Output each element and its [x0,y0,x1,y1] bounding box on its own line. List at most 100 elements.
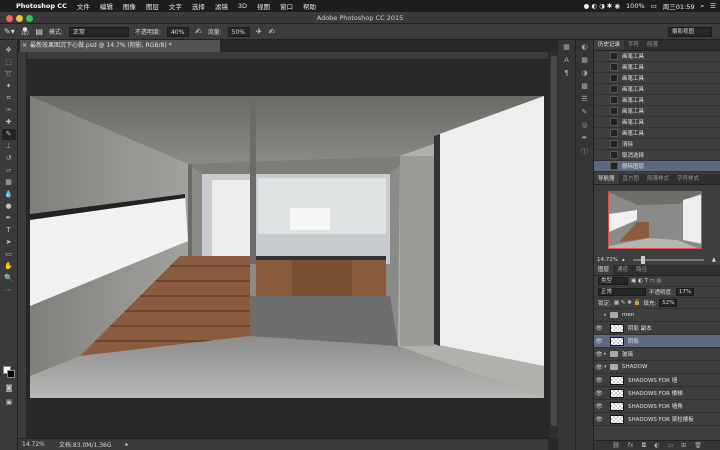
menu-type[interactable]: 文字 [169,1,182,11]
layer-group-row[interactable]: 👁 ▾ SHADOW [594,361,720,374]
type-tool-icon[interactable]: T [2,225,16,236]
pressure-opacity-icon[interactable]: ✍ [195,27,202,36]
marquee-tool-icon[interactable]: ⬚ [2,57,16,68]
workspace-select[interactable]: 摄影视图 [668,27,712,37]
blur-tool-icon[interactable]: 💧 [2,189,16,200]
lock-icons[interactable]: ▦ ✎ ✥ 🔒 [614,300,641,306]
styles-panel-icon[interactable]: ▩ [579,82,591,92]
zoom-tool-icon[interactable]: 🔍 [2,273,16,284]
more-tools-icon[interactable]: ⋯ [2,285,16,296]
eye-icon[interactable]: 👁 [594,390,604,397]
adjustments-panel-icon[interactable]: ◑ [579,69,591,79]
zoom-in-icon[interactable]: ▲ [712,257,716,263]
magic-wand-tool-icon[interactable]: ✦ [2,81,16,92]
layer-kind-filter[interactable]: 类型 [598,277,628,285]
info-panel-icon[interactable]: ⓘ [579,147,591,157]
delete-layer-icon[interactable]: 🗑 [694,442,702,449]
history-item[interactable]: 取消选择 [594,150,720,161]
tab-paragraph-styles[interactable]: 段落样式 [643,174,673,184]
color-panel-icon[interactable]: ◐ [579,43,591,53]
history-item[interactable]: 画笔工具 [594,106,720,117]
menu-window[interactable]: 窗口 [280,1,293,11]
navigator-zoom[interactable]: 14.72% [597,257,618,263]
brush-panel-icon[interactable]: ▤ [35,27,43,36]
layer-style-icon[interactable]: fx [628,442,634,449]
history-item[interactable]: 画笔工具 [594,117,720,128]
pen-tool-icon[interactable]: ✒ [2,213,16,224]
history-item[interactable]: 画笔工具 [594,51,720,62]
dodge-tool-icon[interactable]: ● [2,201,16,212]
tab-paths[interactable]: 路径 [632,265,651,275]
history-item[interactable]: 画笔工具 [594,62,720,73]
channels-panel-icon[interactable]: ◎ [579,121,591,131]
add-mask-icon[interactable]: ◘ [641,442,646,449]
eye-icon[interactable]: 👁 [594,377,604,384]
swatches-panel-icon[interactable]: ▦ [579,56,591,66]
zoom-window-button[interactable] [26,15,33,22]
menu-file[interactable]: 文件 [77,1,90,11]
blend-mode-select[interactable]: 正常 [598,288,646,296]
tab-histogram[interactable]: 直方图 [619,174,644,184]
vertical-scrollbar[interactable] [548,52,558,438]
properties-panel-icon[interactable]: ☰ [579,95,591,105]
tab-layers[interactable]: 图层 [594,265,614,275]
eye-icon[interactable]: 👁 [594,364,604,371]
menu-view[interactable]: 视图 [257,1,270,11]
tab-character-styles[interactable]: 字符样式 [673,174,703,184]
close-tab-icon[interactable]: × [22,40,27,52]
zoom-slider-knob[interactable] [640,256,645,264]
menu-layer[interactable]: 图层 [146,1,159,11]
brush-tool-icon[interactable]: ✎ [1,129,16,140]
eye-icon[interactable]: 👁 [594,351,604,358]
screen-mode-icon[interactable]: ▣ [2,397,16,408]
shape-tool-icon[interactable]: ▭ [2,249,16,260]
eye-icon[interactable]: 👁 [594,325,604,332]
eye-icon[interactable]: 👁 [594,338,604,345]
tab-character[interactable]: 字符 [624,40,643,50]
history-item[interactable]: 画笔工具 [594,128,720,139]
airbrush-icon[interactable]: ✈ [256,27,263,36]
layer-row[interactable]: 👁 SHADOWS FOR 墙 [594,374,720,387]
brush-presets-icon[interactable]: ✎ [579,108,591,118]
layer-row[interactable]: 👁 SHADOWS FOR 楼梯 [594,387,720,400]
brush-tool-icon[interactable]: ✎▾ [4,27,15,36]
opacity-field[interactable]: 40% [166,26,189,37]
paragraph-panel-icon[interactable]: ¶ [561,69,573,79]
eyedropper-tool-icon[interactable]: ✑ [2,105,16,116]
new-layer-icon[interactable]: ⊞ [681,442,686,449]
battery-icon[interactable]: ▭ [651,2,657,10]
history-panel-icon[interactable]: ▦ [561,43,573,53]
layer-group-row[interactable]: ▸ men [594,309,720,322]
scroll-thumb[interactable] [551,56,557,426]
status-arrow-icon[interactable]: ▸ [125,441,128,448]
document-image[interactable] [30,96,544,398]
menu-help[interactable]: 帮助 [303,1,316,11]
flow-field[interactable]: 50% [227,26,250,37]
eye-icon[interactable]: 👁 [594,416,604,423]
menu-list-icon[interactable]: ☰ [710,2,716,10]
document-tab[interactable]: × 最新效果图沉下心做.psd @ 14.7% (阴影, RGB/8) * [20,40,220,52]
quick-mask-icon[interactable]: ◙ [2,383,16,394]
link-layers-icon[interactable]: ⛓ [612,442,620,449]
move-tool-icon[interactable]: ✥ [2,45,16,56]
new-group-icon[interactable]: ▭ [667,442,673,449]
gradient-tool-icon[interactable]: ▦ [2,177,16,188]
history-item[interactable]: 画笔工具 [594,73,720,84]
mode-select[interactable]: 正常 [68,26,129,37]
clone-stamp-tool-icon[interactable]: ⊥ [2,141,16,152]
app-menu[interactable]: Photoshop CC [16,2,67,10]
layer-row[interactable]: 👁 SHADOWS FOR 梁柱楼板 [594,413,720,426]
search-icon[interactable]: ⌕ [701,2,705,11]
layer-row-selected[interactable]: 👁 阴影 [594,335,720,348]
path-selection-tool-icon[interactable]: ➤ [2,237,16,248]
eraser-tool-icon[interactable]: ▱ [2,165,16,176]
fill-field[interactable]: 52% [659,299,678,307]
menu-image[interactable]: 图像 [123,1,136,11]
tab-paragraph[interactable]: 段落 [643,40,662,50]
zoom-level[interactable]: 14.72% [22,441,45,448]
healing-brush-tool-icon[interactable]: ✚ [2,117,16,128]
history-item[interactable]: 画笔工具 [594,95,720,106]
layer-group-row[interactable]: 👁 ▸ 玻璃 [594,348,720,361]
doc-size[interactable]: 文档:83.0M/1.36G [59,440,112,449]
character-panel-icon[interactable]: A [561,56,573,66]
